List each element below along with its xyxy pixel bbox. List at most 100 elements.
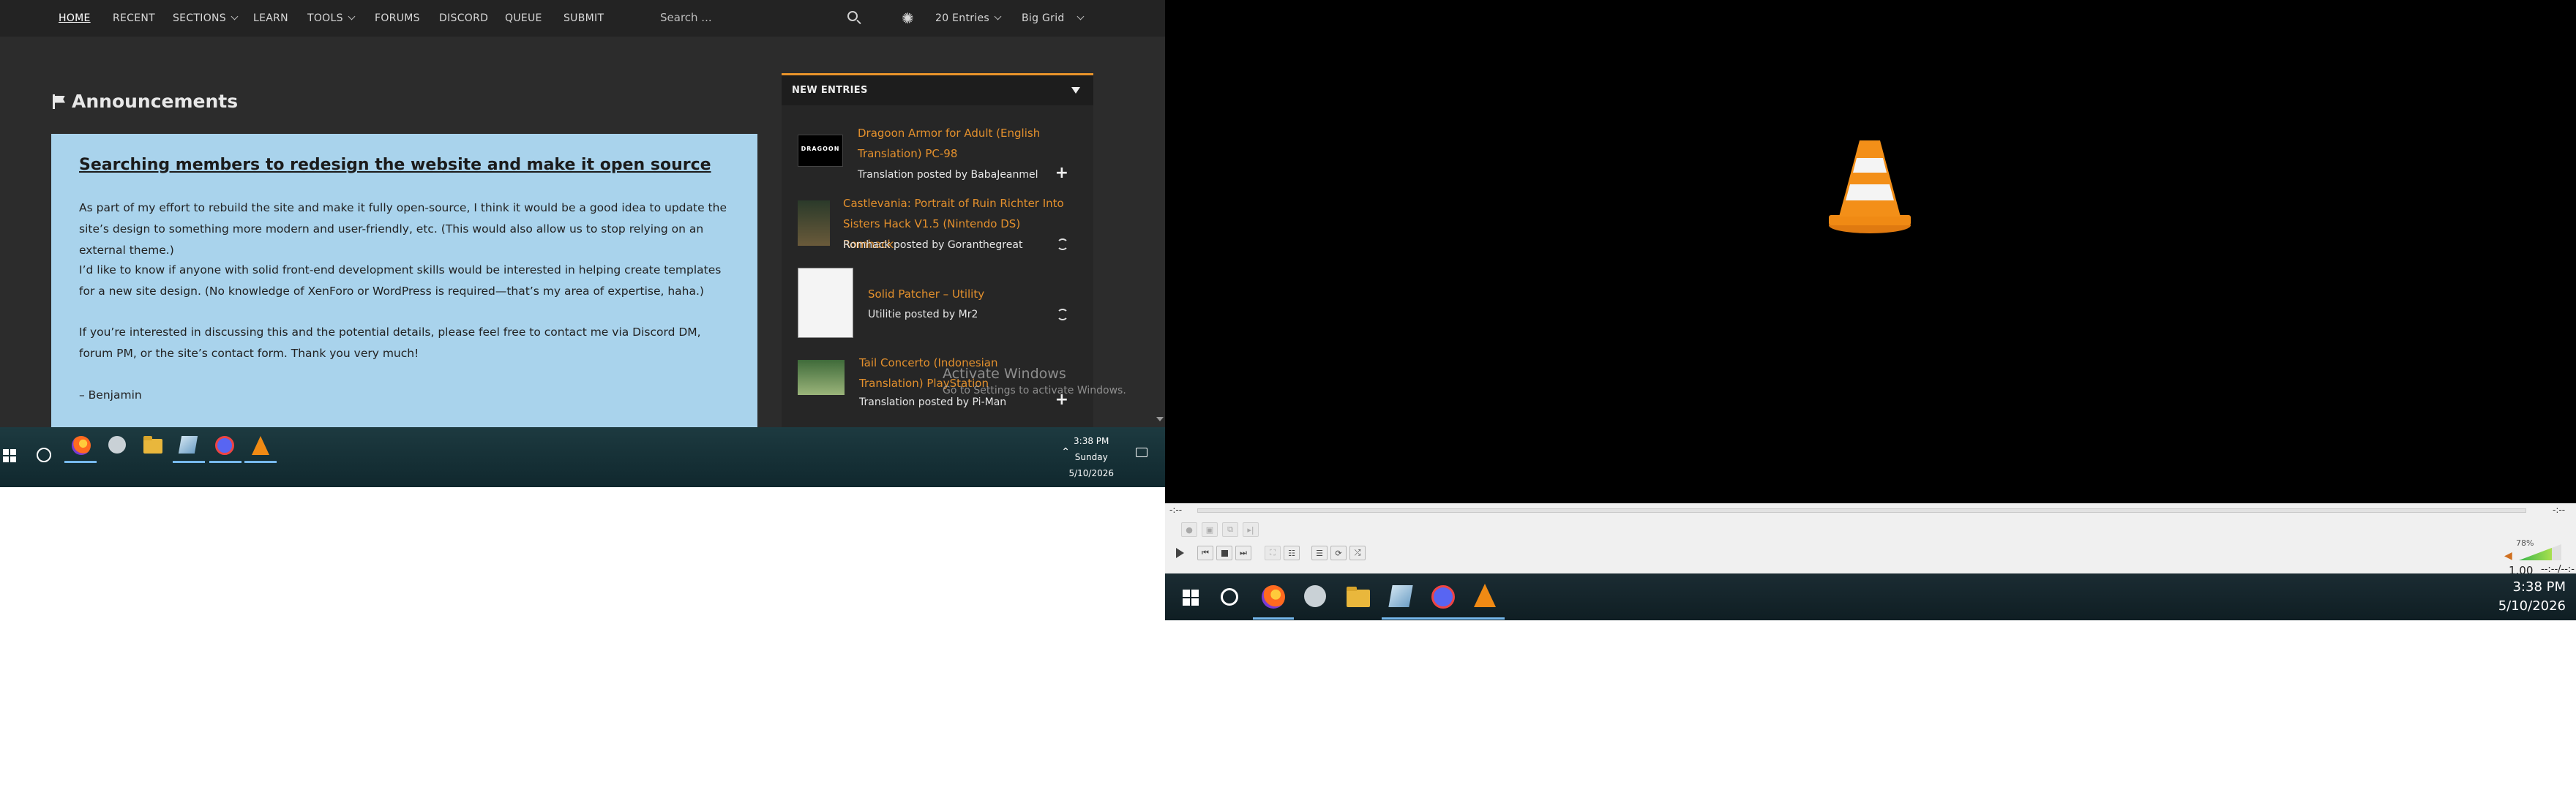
firefox-icon[interactable] <box>72 436 91 455</box>
search-icon[interactable] <box>847 11 858 21</box>
clock-day: Sunday <box>1074 452 1108 462</box>
nav-queue[interactable]: QUEUE <box>505 11 542 26</box>
play-button[interactable] <box>1169 544 1190 562</box>
shuffle-button[interactable]: ⤮ <box>1349 546 1366 560</box>
entry-meta: Utilitie posted by Mr2 <box>868 309 978 320</box>
clock-date: 5/10/2026 <box>2498 598 2566 614</box>
flag-icon <box>53 94 66 109</box>
discord-icon[interactable] <box>1431 585 1455 609</box>
clock-date: 5/10/2026 <box>1068 468 1114 478</box>
nav-discord[interactable]: DISCORD <box>439 11 488 26</box>
announcement-title[interactable]: Searching members to redesign the websit… <box>79 156 711 174</box>
search-icon[interactable] <box>37 448 51 462</box>
loop-button[interactable]: ⟳ <box>1330 546 1347 560</box>
search-input[interactable] <box>644 6 834 29</box>
scroll-down-arrow-icon[interactable] <box>1156 417 1164 421</box>
fullscreen-button[interactable]: ⛶ <box>1265 546 1281 560</box>
snapshot-button[interactable]: ▣ <box>1202 522 1218 537</box>
search-icon[interactable] <box>1221 588 1238 606</box>
nav-tools[interactable]: TOOLS <box>307 11 356 26</box>
clock[interactable]: 3:38 PM 5/10/2026 <box>2498 578 2566 616</box>
notepad-active-indicator <box>1382 617 1423 620</box>
file-explorer-icon[interactable] <box>1347 587 1370 607</box>
stop-icon <box>1221 549 1228 557</box>
file-explorer-icon[interactable] <box>143 436 162 454</box>
chevron-down-icon <box>231 12 239 20</box>
entry-thumbnail[interactable]: DRAGOON <box>798 135 843 167</box>
frame-step-button[interactable]: ▸| <box>1243 522 1259 537</box>
gear-icon[interactable]: ✺ <box>902 9 914 28</box>
nav-learn[interactable]: LEARN <box>253 11 288 26</box>
announcement-paragraph: I’d like to know if anyone with solid fr… <box>79 263 722 298</box>
play-icon <box>1175 548 1184 558</box>
entry-thumbnail[interactable] <box>798 268 853 338</box>
notification-icon[interactable] <box>1136 448 1147 457</box>
vlc-active-indicator <box>244 461 277 463</box>
windows-start-icon[interactable] <box>3 449 16 462</box>
stop-button[interactable] <box>1216 546 1232 560</box>
elapsed-time: -:-- <box>1169 505 1183 515</box>
new-entries-title: NEW ENTRIES <box>792 85 868 96</box>
nav-home[interactable]: HOME <box>59 11 91 26</box>
update-icon[interactable] <box>1057 238 1068 250</box>
notepad-icon[interactable] <box>1388 585 1413 607</box>
announcement-card: Searching members to redesign the websit… <box>51 134 757 427</box>
loop-ab-button[interactable]: ⧉ <box>1222 522 1238 537</box>
clock-time: 3:38 PM <box>2512 579 2566 595</box>
nav-recent[interactable]: RECENT <box>113 11 155 26</box>
entry-title[interactable]: Solid Patcher – Utility <box>868 284 1044 304</box>
next-button[interactable]: ⏭ <box>1235 546 1251 560</box>
nav-sections[interactable]: SECTIONS <box>173 11 239 26</box>
grid-size-select[interactable]: Big Grid <box>1022 11 1085 26</box>
volume-label: 78% <box>2516 538 2534 548</box>
entry-title[interactable]: Dragoon Armor for Adult (English Transla… <box>858 123 1048 164</box>
collapse-triangle-icon[interactable] <box>1071 87 1080 94</box>
remaining-time: -:-- <box>2553 505 2566 515</box>
clock-time: 3:38 PM <box>1074 436 1109 446</box>
taskbar-left: ⌃ 3:38 PM Sunday 5/10/2026 <box>0 427 1165 487</box>
playlist-button[interactable]: ☰ <box>1311 546 1328 560</box>
nav-submit[interactable]: SUBMIT <box>564 11 604 26</box>
firefox-icon[interactable] <box>1262 585 1285 609</box>
watermark-line1: Activate Windows <box>943 366 1066 382</box>
firefox-active-indicator <box>1253 617 1294 620</box>
chevron-down-icon <box>994 12 1002 20</box>
windows-start-icon[interactable] <box>1183 590 1199 606</box>
nav-forums[interactable]: FORUMS <box>375 11 420 26</box>
chevron-down-icon <box>348 12 356 20</box>
vlc-cone-icon <box>1829 140 1911 233</box>
vlc-controls: -:-- -:-- ● ▣ ⧉ ▸| ⏮ ⏭ ⛶ ☷ ☰ ⟳ ⤮ ◀ 78% 1… <box>1165 503 2576 586</box>
vlc-icon[interactable] <box>252 436 269 455</box>
vlc-icon[interactable] <box>1474 584 1496 607</box>
entry-meta: Translation posted by BabaJeanmel <box>858 169 1038 181</box>
vlc-video-area[interactable] <box>1165 0 2576 503</box>
watermark-line2: Go to Settings to activate Windows. <box>943 385 1126 396</box>
speaker-icon[interactable]: ◀ <box>2504 550 2512 562</box>
website-window: HOME RECENT SECTIONS LEARN TOOLS FORUMS … <box>0 0 1165 427</box>
nav-tools-label: TOOLS <box>307 12 343 24</box>
steam-icon[interactable] <box>1304 585 1326 607</box>
seek-bar[interactable] <box>1197 508 2526 513</box>
announcements-heading: Announcements <box>53 91 238 112</box>
activate-windows-watermark: Activate Windows Go to Settings to activ… <box>943 366 1126 396</box>
discord-icon[interactable] <box>215 436 234 455</box>
entry-meta: Translation posted by Pi-Man <box>859 396 1007 408</box>
previous-button[interactable]: ⏮ <box>1197 546 1213 560</box>
steam-icon[interactable] <box>108 436 126 454</box>
new-entries-header[interactable]: NEW ENTRIES <box>782 73 1093 105</box>
record-button[interactable]: ● <box>1181 522 1197 537</box>
update-icon[interactable] <box>1057 309 1068 320</box>
entry-thumbnail[interactable] <box>798 360 845 395</box>
clock[interactable]: 3:38 PM Sunday 5/10/2026 <box>1068 433 1114 481</box>
notepad-icon[interactable] <box>178 436 198 454</box>
firefox-active-indicator <box>64 461 97 463</box>
chevron-down-icon <box>1077 12 1085 20</box>
announcement-paragraph: If you’re interested in discussing this … <box>79 326 701 360</box>
site-navbar: HOME RECENT SECTIONS LEARN TOOLS FORUMS … <box>0 0 1165 37</box>
entry-thumbnail[interactable] <box>798 200 830 246</box>
discord-active-indicator <box>209 461 242 463</box>
entries-count-label: 20 Entries <box>935 12 990 24</box>
entries-count-select[interactable]: 20 Entries <box>935 11 1002 26</box>
extended-settings-button[interactable]: ☷ <box>1284 546 1300 560</box>
plus-icon[interactable]: + <box>1055 164 1068 182</box>
